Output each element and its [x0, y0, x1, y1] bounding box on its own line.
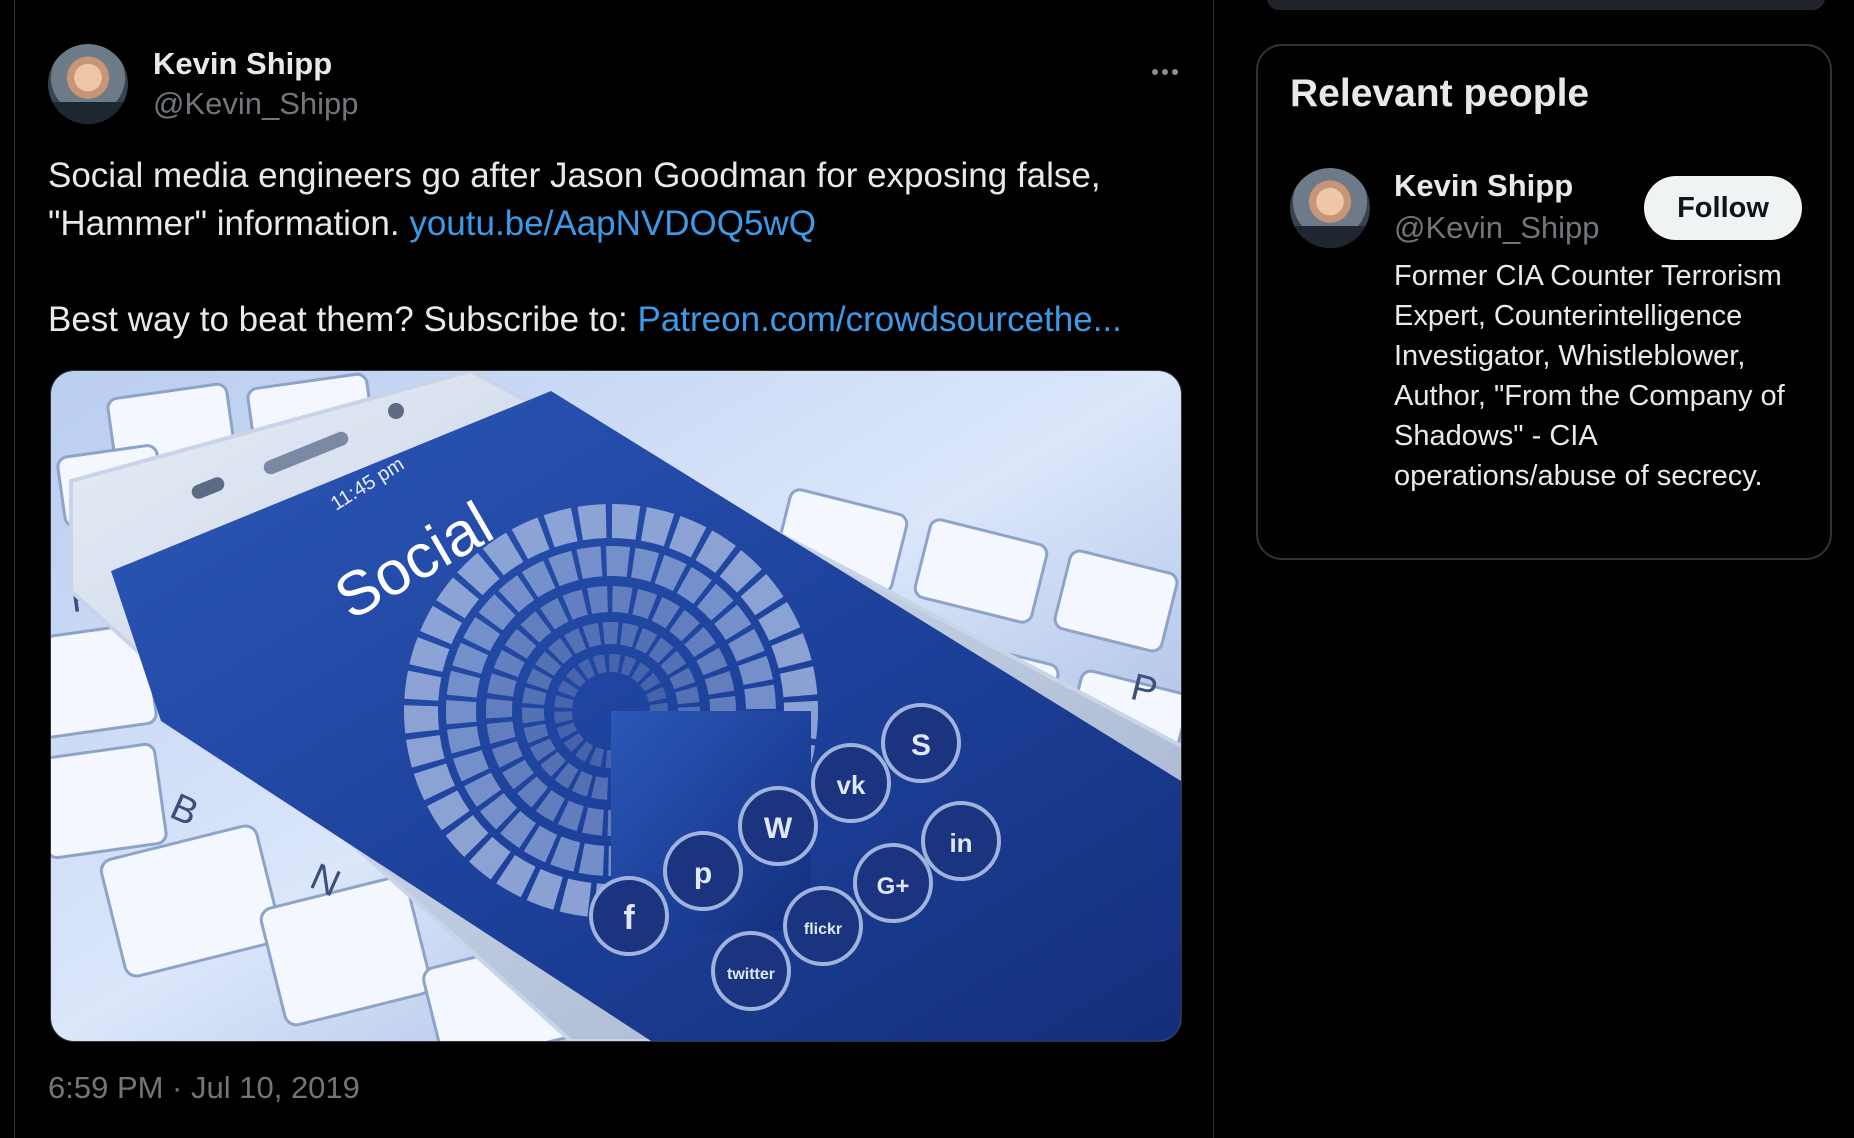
- svg-text:vk: vk: [837, 770, 866, 800]
- sidebar-top-card: [1267, 0, 1825, 10]
- tweet-text: Social media engineers go after Jason Go…: [48, 152, 1178, 344]
- app-icon-vk: vk: [811, 743, 891, 823]
- phone-camera: [388, 403, 404, 419]
- svg-text:p: p: [694, 857, 712, 890]
- author-avatar[interactable]: [48, 44, 128, 124]
- patreon-link[interactable]: Patreon.com/crowdsourcethe...: [637, 300, 1121, 339]
- relevant-people-title: Relevant people: [1290, 72, 1590, 115]
- tweet-text-line1: Social media engineers go after Jason Go…: [48, 156, 1101, 195]
- app-icon-linkedin: in: [921, 801, 1001, 881]
- more-options-icon[interactable]: [1143, 50, 1187, 94]
- app-icon-pinterest: p: [663, 831, 743, 911]
- app-icon-flickr: flickr: [783, 886, 863, 966]
- svg-text:flickr: flickr: [804, 921, 842, 938]
- app-icon-twitter: twitter: [711, 931, 791, 1011]
- youtube-link[interactable]: youtu.be/AapNVDOQ5wQ: [409, 204, 816, 243]
- svg-text:twitter: twitter: [727, 966, 775, 983]
- follow-button[interactable]: Follow: [1644, 176, 1802, 240]
- tweet-text-segment: "Hammer" information.: [48, 204, 410, 243]
- app-icon-google-plus: G+: [853, 843, 933, 923]
- app-icon-facebook: f: [589, 876, 669, 956]
- relevant-people-card: Relevant people Kevin Shipp @Kevin_Shipp…: [1256, 44, 1832, 560]
- author-name[interactable]: Kevin Shipp: [153, 46, 332, 82]
- relevant-person-name[interactable]: Kevin Shipp: [1394, 168, 1573, 204]
- svg-text:S: S: [911, 729, 931, 762]
- column-divider: [1213, 0, 1214, 1138]
- relevant-person-avatar[interactable]: [1290, 168, 1370, 248]
- column-left-border: [14, 0, 15, 1138]
- svg-text:f: f: [623, 899, 635, 937]
- relevant-person-bio: Former CIA Counter Terrorism Expert, Cou…: [1394, 260, 1785, 492]
- author-handle[interactable]: @Kevin_Shipp: [153, 86, 359, 122]
- tweet-text-segment: Best way to beat them? Subscribe to:: [48, 300, 638, 339]
- svg-text:W: W: [764, 812, 793, 845]
- tweet-timestamp[interactable]: 6:59 PM · Jul 10, 2019: [48, 1070, 360, 1106]
- svg-text:G+: G+: [877, 873, 910, 900]
- relevant-person-handle[interactable]: @Kevin_Shipp: [1394, 210, 1600, 246]
- app-icon-wordpress: W: [738, 786, 818, 866]
- tweet-text-line3: Best way to beat them? Subscribe to: Pat…: [48, 296, 1178, 344]
- app-icon-skype: S: [881, 703, 961, 783]
- tweet-text-line2: "Hammer" information. youtu.be/AapNVDOQ5…: [48, 200, 1178, 248]
- tweet-media-image[interactable]: B N P ß F 11:45 pm Social: [50, 370, 1182, 1042]
- svg-text:in: in: [949, 828, 972, 858]
